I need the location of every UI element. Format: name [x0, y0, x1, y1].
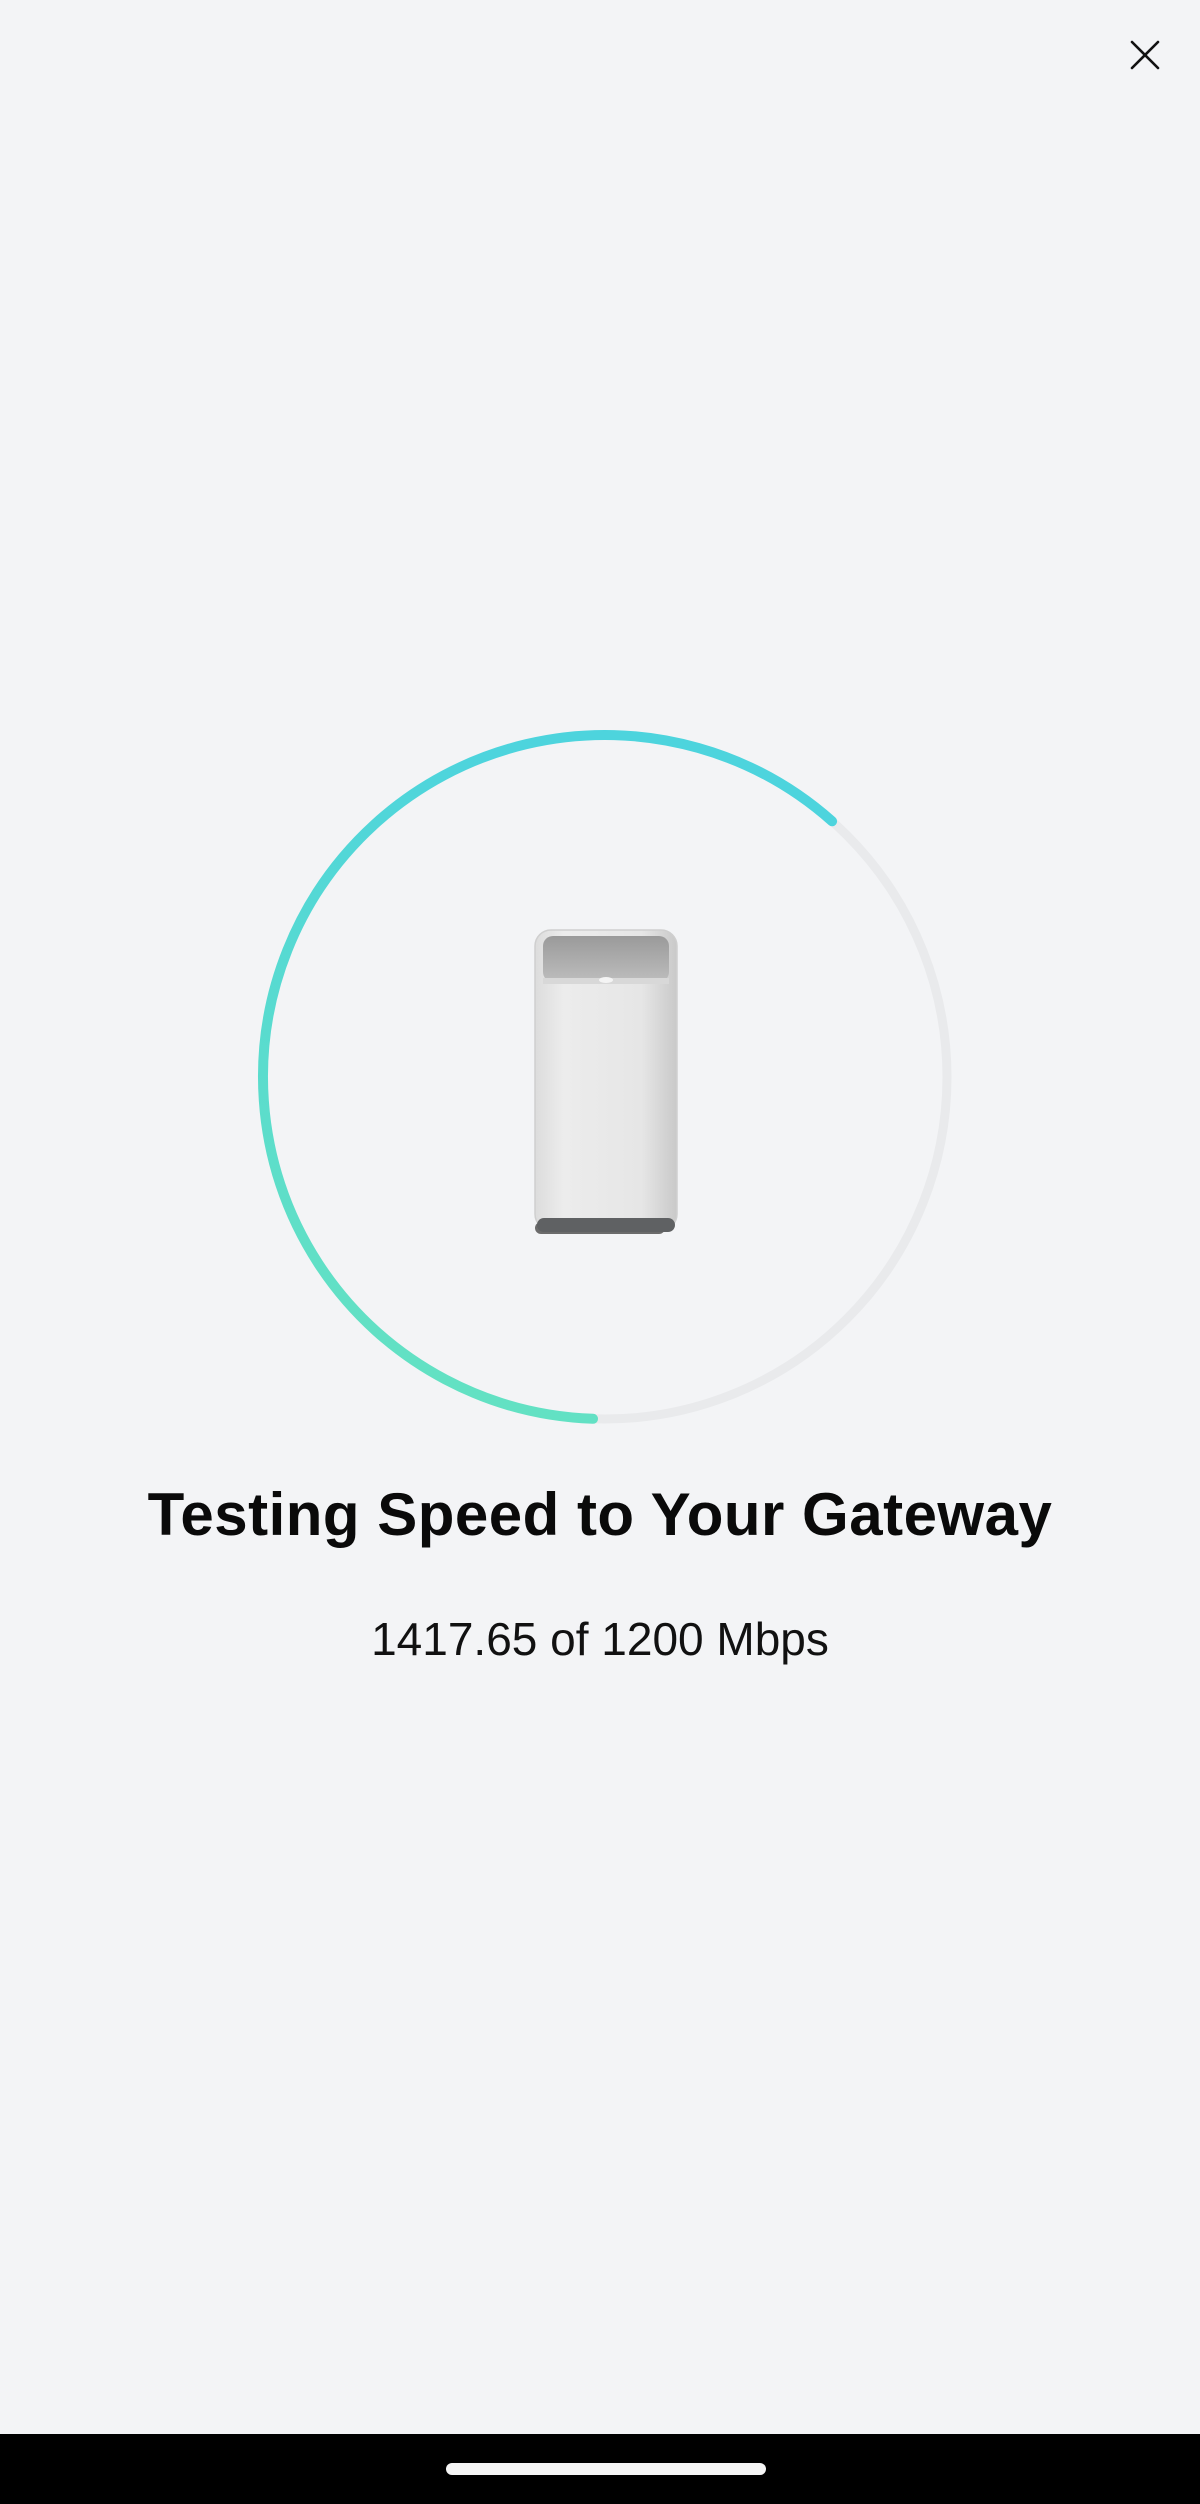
- speed-readout: 1417.65 of 1200 Mbps: [371, 1613, 829, 1665]
- gateway-device-image: [534, 929, 678, 1234]
- page-title: Testing Speed to Your Gateway: [147, 1481, 1053, 1548]
- home-indicator[interactable]: [446, 2463, 766, 2475]
- close-button[interactable]: [1120, 30, 1170, 80]
- close-icon: [1130, 40, 1160, 70]
- speed-test-screen: Testing Speed to Your Gateway 1417.65 of…: [0, 0, 1200, 2504]
